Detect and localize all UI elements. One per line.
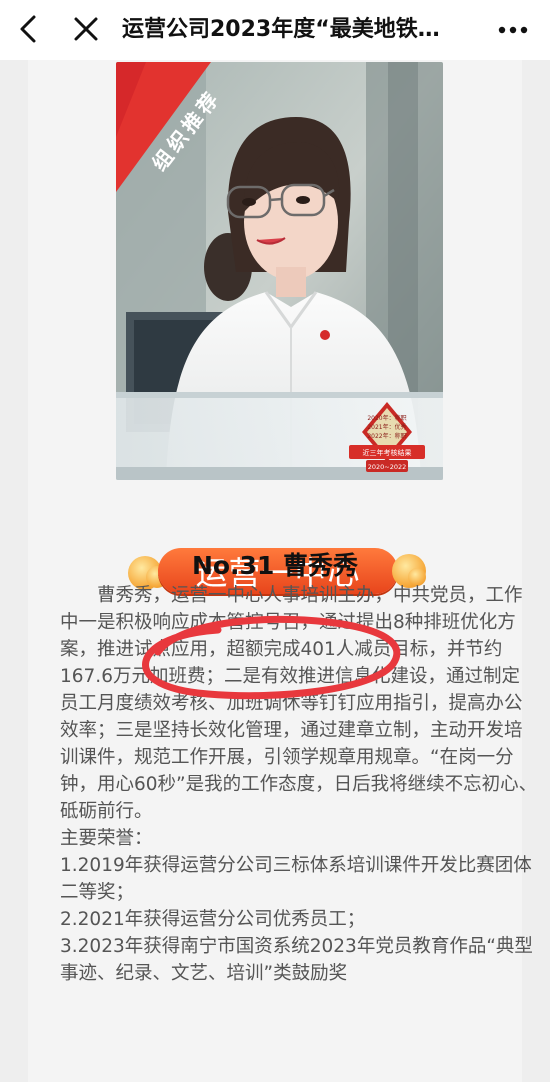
honor-item: 2.2021年获得运营分公司优秀员工； bbox=[60, 909, 366, 930]
chevron-left-icon[interactable] bbox=[14, 14, 44, 44]
person-heading: No.31 曹秀秀 bbox=[191, 551, 359, 580]
top-nav-bar: 运营公司2023年度“最美地铁… bbox=[0, 0, 550, 60]
more-icon[interactable] bbox=[496, 18, 530, 42]
svg-text:2021年：优秀: 2021年：优秀 bbox=[367, 423, 406, 431]
svg-text:2022年：称职: 2022年：称职 bbox=[367, 432, 406, 440]
honor-item: 1.2019年获得运营分公司三标体系培训课件开发比赛团体二等奖； bbox=[60, 855, 532, 903]
portrait-photo: 组织推荐 2020年：称职 2021年：优秀 2022年：称职 近三年考核结果 … bbox=[116, 62, 443, 480]
honor-item: 3.2023年获得南宁市国资系统2023年党员教育作品“典型事迹、纪录、文艺、培… bbox=[60, 936, 533, 984]
svg-text:2020年：称职: 2020年：称职 bbox=[367, 414, 406, 422]
page-title: 运营公司2023年度“最美地铁… bbox=[122, 17, 440, 42]
portrait-image: 组织推荐 2020年：称职 2021年：优秀 2022年：称职 近三年考核结果 … bbox=[116, 62, 443, 480]
article-content: 组织推荐 2020年：称职 2021年：优秀 2022年：称职 近三年考核结果 … bbox=[0, 60, 550, 1082]
biography-text: 曹秀秀，运营一中心人事培训主办，中共党员，工作中一是积极响应成本管控号召，通过提… bbox=[60, 582, 538, 987]
close-icon[interactable] bbox=[72, 15, 100, 43]
svg-text:近三年考核结果: 近三年考核结果 bbox=[363, 448, 412, 457]
bio-paragraph: 曹秀秀，运营一中心人事培训主办，中共党员，工作中一是积极响应成本管控号召，通过提… bbox=[60, 585, 538, 822]
honors-title: 主要荣誉： bbox=[60, 828, 153, 849]
svg-text:2020~2022: 2020~2022 bbox=[368, 463, 407, 471]
